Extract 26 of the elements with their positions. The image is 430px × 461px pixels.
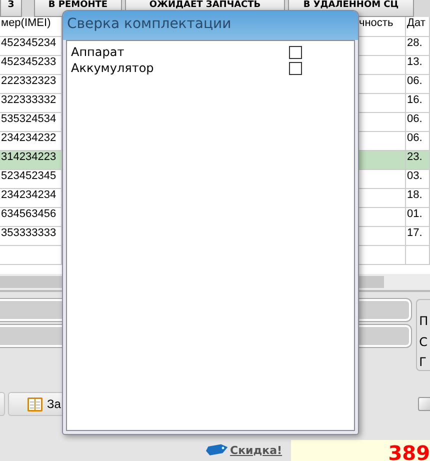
group-label: П	[419, 313, 428, 329]
group-label: С	[419, 334, 428, 350]
tag-icon	[205, 443, 229, 457]
group-label: Г	[419, 354, 428, 370]
dialog-title: Сверка комплектации	[63, 11, 358, 40]
checkbox[interactable]	[418, 397, 430, 411]
table-cell: 03.	[406, 170, 430, 188]
checkbox[interactable]	[289, 62, 302, 74]
column-header: Дат	[406, 17, 430, 36]
table-cell: 06.	[406, 132, 430, 150]
book-icon	[27, 396, 43, 412]
discount-link[interactable]: Скидка!	[230, 444, 282, 456]
table-cell: 17.	[406, 227, 430, 245]
table-cell: 16.	[406, 94, 430, 112]
table-cell: 06.	[406, 75, 430, 93]
table-cell: 18.	[406, 189, 430, 207]
table-cell: 13.	[406, 56, 430, 74]
table-cell: 06.	[406, 113, 430, 131]
item-label: Аккумулятор	[71, 61, 155, 75]
total-amount: 389	[291, 440, 430, 461]
tab[interactable]: З	[0, 0, 22, 17]
item-label: Аппарат	[71, 45, 126, 59]
table-cell: 01.	[406, 208, 430, 226]
table-cell: 28.	[406, 37, 430, 55]
table-cell: 23.	[406, 151, 430, 169]
checkbox[interactable]	[289, 46, 302, 58]
